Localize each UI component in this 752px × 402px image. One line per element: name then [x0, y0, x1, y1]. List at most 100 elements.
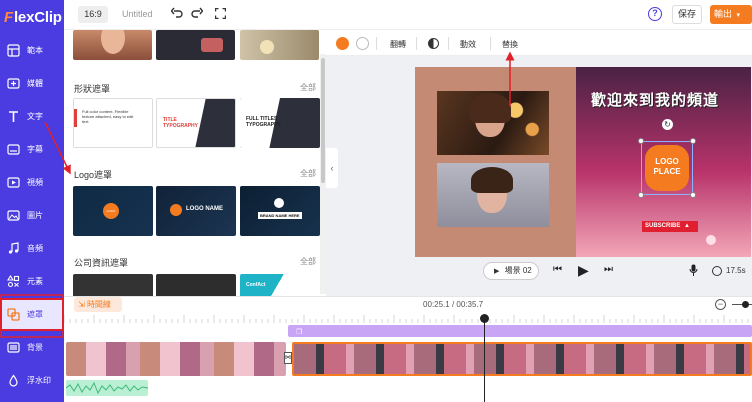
- stage-photo-1[interactable]: [437, 91, 549, 155]
- scene-selector[interactable]: ▶ 場景 02: [483, 262, 539, 280]
- stage-headline[interactable]: 歡迎來到我的頻道: [591, 89, 719, 110]
- timeline-ruler[interactable]: [64, 313, 752, 323]
- resize-handle[interactable]: [690, 138, 696, 144]
- previous-scene-icon[interactable]: ⏮: [553, 264, 562, 275]
- chevron-down-icon: ▾: [736, 12, 741, 19]
- help-icon[interactable]: ?: [648, 7, 662, 21]
- logo-overlay-thumb-3[interactable]: BRAND NAME HERE: [240, 186, 320, 236]
- rotate-handle-icon[interactable]: ↻: [662, 119, 673, 130]
- thumb-caption: ConfAct: [246, 282, 266, 288]
- zoom-slider-handle[interactable]: [742, 301, 749, 308]
- shape-overlay-thumb-1[interactable]: Full color content. Flexible texture att…: [73, 98, 153, 148]
- company-overlay-thumb-2[interactable]: [156, 274, 236, 296]
- thumbnail-shape: [260, 40, 274, 54]
- audio-waveform: [66, 381, 148, 395]
- subscribe-button-graphic[interactable]: SUBSCRIBE ▲: [642, 221, 698, 232]
- playhead-handle[interactable]: [480, 314, 489, 323]
- animation-button[interactable]: 動效: [460, 39, 476, 50]
- undo-icon[interactable]: [170, 6, 184, 20]
- logo-overlay-thumb-2[interactable]: LOGO NAME: [156, 186, 236, 236]
- microphone-icon[interactable]: [689, 264, 698, 276]
- fullscreen-icon[interactable]: [213, 6, 227, 20]
- sidebar-item-elements[interactable]: 元素: [0, 265, 64, 298]
- redo-icon[interactable]: [190, 6, 204, 20]
- logo-circle: [274, 198, 284, 208]
- video-clip-scene-2[interactable]: [292, 342, 752, 376]
- sidebar-item-overlay[interactable]: 遮罩: [0, 298, 64, 331]
- thumbnail-shape: [195, 99, 235, 147]
- overlay-track[interactable]: ❐: [288, 325, 752, 337]
- template-thumbnail[interactable]: [240, 30, 319, 60]
- logo-text-line-2: PLACE: [653, 167, 681, 176]
- view-all-link[interactable]: 全部: [300, 82, 316, 93]
- current-time: 00:25.1: [423, 300, 450, 309]
- logo-overlay-thumb-1[interactable]: LOGO: [73, 186, 153, 236]
- total-time: 00:35.7: [456, 300, 484, 309]
- sidebar-item-label: 背景: [27, 343, 43, 352]
- thumb-caption: TITLE TYPOGRAPHY: [163, 117, 199, 129]
- section-title-logo-overlay: Logo遮罩: [74, 170, 113, 180]
- sidebar-item-label: 範本: [27, 46, 43, 55]
- timeline-toggle-button[interactable]: ⇲ 時間線: [74, 297, 122, 312]
- text-icon: [5, 109, 21, 125]
- decorative-dot: [706, 235, 716, 245]
- logo-placeholder[interactable]: LOGO PLACE: [645, 145, 689, 191]
- sidebar-item-background[interactable]: 背景: [0, 331, 64, 364]
- next-scene-icon[interactable]: ⏭: [604, 264, 613, 275]
- company-overlay-thumb-3[interactable]: ConfAct: [240, 274, 320, 296]
- sidebar-item-audio[interactable]: 音頻: [0, 232, 64, 265]
- company-overlay-thumb-1[interactable]: [73, 274, 153, 296]
- sidebar-item-label: 音頻: [27, 244, 43, 253]
- secondary-color-swatch[interactable]: [356, 37, 369, 50]
- thumb-caption: FULL TITLES TYPOGRAPHY: [246, 116, 282, 128]
- sidebar-item-text[interactable]: 文字: [0, 100, 64, 133]
- brand-initial: F: [4, 8, 13, 26]
- video-clip-scene-1[interactable]: [66, 342, 286, 376]
- collapse-panel-button[interactable]: ‹: [326, 148, 338, 188]
- video-stage[interactable]: 歡迎來到我的頻道 LOGO PLACE ↻ SUBSCRIBE ▲: [415, 67, 751, 257]
- opacity-icon[interactable]: [428, 38, 439, 49]
- app-root: F lexClip 範本 媒體 文字 字幕 視頻 圖片 音頻 元素 遮罩 背景 浮水印 16:9 U…: [0, 0, 752, 402]
- template-thumbnail[interactable]: [156, 30, 235, 60]
- shape-overlay-thumb-2[interactable]: TITLE TYPOGRAPHY: [156, 98, 236, 148]
- transition-icon[interactable]: ⋈: [284, 352, 292, 364]
- sidebar-item-subtitle[interactable]: 字幕: [0, 133, 64, 166]
- logo-text-line-1: LOGO: [655, 157, 679, 166]
- portrait-hair: [469, 93, 511, 123]
- zoom-out-icon[interactable]: −: [715, 299, 726, 310]
- sidebar-item-video[interactable]: 視頻: [0, 166, 64, 199]
- library-scrollbar-thumb[interactable]: [321, 58, 325, 183]
- scene-duration: 17.5s: [726, 266, 746, 275]
- replace-button[interactable]: 替換: [502, 39, 518, 50]
- aspect-ratio-button[interactable]: 16:9: [78, 6, 108, 23]
- flip-button[interactable]: 翻轉: [390, 39, 406, 50]
- thumb-caption: LOGO: [103, 203, 119, 219]
- sidebar-item-label: 媒體: [27, 79, 43, 88]
- resize-handle[interactable]: [638, 138, 644, 144]
- view-all-link[interactable]: 全部: [300, 256, 316, 267]
- sidebar-item-template[interactable]: 範本: [0, 34, 64, 67]
- audio-clip[interactable]: [66, 380, 148, 396]
- project-title[interactable]: Untitled: [122, 9, 153, 19]
- save-button[interactable]: 保存: [672, 5, 702, 24]
- export-button[interactable]: 輸出 ▾: [710, 5, 752, 24]
- sidebar-item-label: 文字: [27, 112, 43, 121]
- chevron-left-icon: ‹: [330, 163, 334, 173]
- sidebar-item-label: 字幕: [27, 145, 43, 154]
- toolbar-divider: [490, 37, 491, 50]
- playhead-line[interactable]: [484, 316, 485, 402]
- sidebar-item-media[interactable]: 媒體: [0, 67, 64, 100]
- duration-value: 17.5: [726, 266, 742, 275]
- sidebar-item-image[interactable]: 圖片: [0, 199, 64, 232]
- view-all-link[interactable]: 全部: [300, 168, 316, 179]
- fill-color-swatch[interactable]: [336, 37, 349, 50]
- play-icon[interactable]: ▶: [578, 262, 589, 279]
- template-thumbnail[interactable]: [73, 30, 152, 60]
- thumb-caption: LOGO NAME: [186, 206, 223, 212]
- resize-handle[interactable]: [690, 192, 696, 198]
- resize-handle[interactable]: [638, 192, 644, 198]
- sidebar-item-watermark[interactable]: 浮水印: [0, 364, 64, 397]
- stage-photo-2[interactable]: [437, 163, 549, 227]
- shape-overlay-thumb-3[interactable]: FULL TITLES TYPOGRAPHY: [240, 98, 320, 148]
- sidebar: F lexClip 範本 媒體 文字 字幕 視頻 圖片 音頻 元素 遮罩 背景 浮水印: [0, 0, 64, 402]
